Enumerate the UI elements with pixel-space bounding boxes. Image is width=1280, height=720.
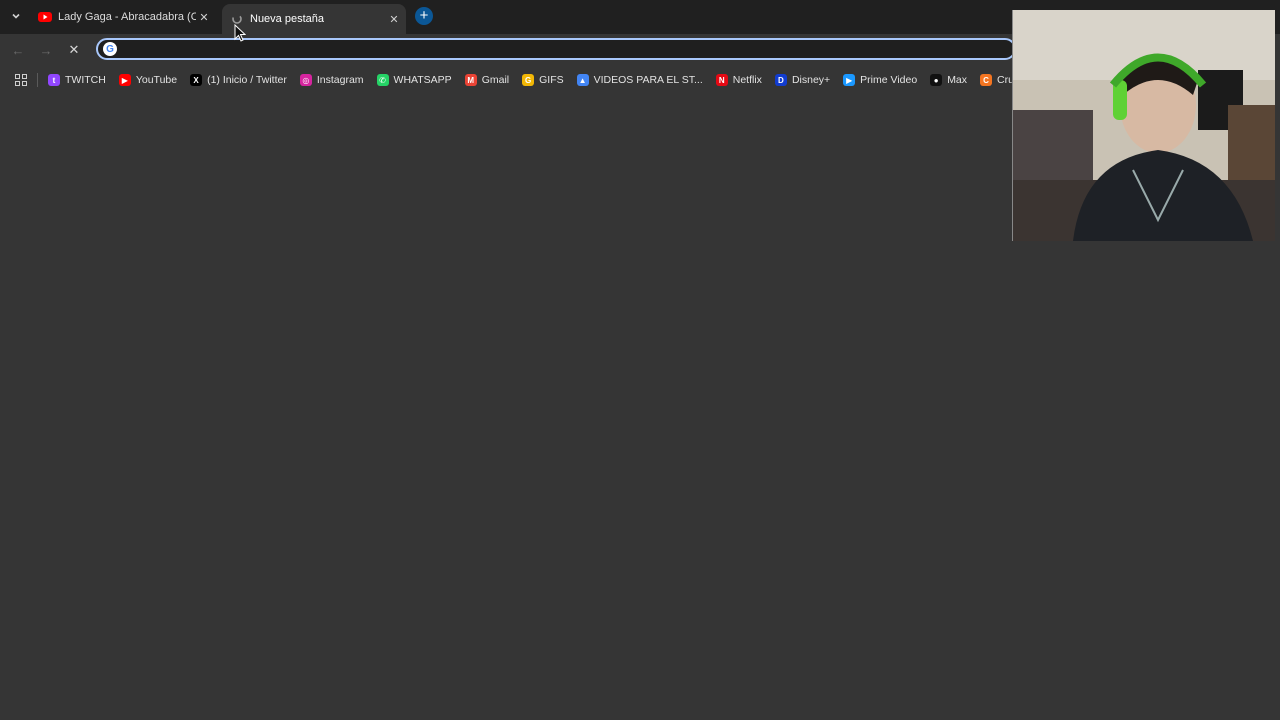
webcam-image xyxy=(1013,10,1275,241)
mouse-cursor-icon xyxy=(234,24,246,42)
webcam-overlay xyxy=(1012,10,1275,241)
apps-grid-icon[interactable] xyxy=(13,72,29,88)
bookmark-x[interactable]: X (1) Inicio / Twitter xyxy=(190,74,287,86)
chevron-down-icon xyxy=(12,13,20,19)
new-tab-button[interactable]: + xyxy=(415,7,433,25)
bookmark-prime-video[interactable]: ▶ Prime Video xyxy=(843,74,917,86)
arrow-right-icon: → xyxy=(39,42,53,58)
whatsapp-icon: ✆ xyxy=(376,74,389,86)
bookmark-label: Gmail xyxy=(481,74,510,86)
tab-search-button[interactable] xyxy=(6,6,26,26)
back-button[interactable]: ← xyxy=(8,40,28,60)
bookmark-label: WHATSAPP xyxy=(393,74,452,86)
x-icon: X xyxy=(190,74,203,86)
bookmark-label: VIDEOS PARA EL ST... xyxy=(593,74,703,86)
google-icon: G xyxy=(103,42,117,56)
max-icon: ● xyxy=(930,74,943,86)
crunchyroll-icon: C xyxy=(980,74,993,86)
bookmark-max[interactable]: ● Max xyxy=(930,74,967,86)
bookmark-twitch[interactable]: t TWITCH xyxy=(48,74,106,86)
tab-title: Nueva pestaña xyxy=(250,13,324,25)
instagram-icon: ◎ xyxy=(299,74,312,86)
bookmark-disney[interactable]: D Disney+ xyxy=(774,74,831,86)
close-icon: ✕ xyxy=(68,42,80,57)
tab-lady-gaga[interactable]: Lady Gaga - Abracadabra (Offic ✕ xyxy=(30,4,216,30)
prime-video-icon: ▶ xyxy=(843,74,856,86)
bookmark-label: GIFS xyxy=(539,74,564,86)
twitch-icon: t xyxy=(48,74,60,86)
tab-nueva-pestana[interactable]: Nueva pestaña ✕ xyxy=(222,4,406,34)
netflix-icon: N xyxy=(715,74,728,86)
bookmark-whatsapp[interactable]: ✆ WHATSAPP xyxy=(376,74,452,86)
bookmark-label: TWITCH xyxy=(65,74,106,86)
close-tab-icon[interactable]: ✕ xyxy=(386,11,402,27)
bookmark-label: Instagram xyxy=(316,74,364,86)
close-tab-icon[interactable]: ✕ xyxy=(196,9,212,25)
bookmark-youtube[interactable]: ▶ YouTube xyxy=(118,74,178,86)
tab-title: Lady Gaga - Abracadabra (Offic xyxy=(58,11,196,23)
bookmark-label: Prime Video xyxy=(860,74,918,86)
bookmark-label: YouTube xyxy=(135,74,178,86)
bookmark-label: Disney+ xyxy=(791,74,831,86)
youtube-icon xyxy=(38,10,52,24)
bookmark-gmail[interactable]: M Gmail xyxy=(464,74,510,86)
bookmark-list: t TWITCH ▶ YouTube X (1) Inicio / Twitter ◎ Ins… xyxy=(48,74,1063,86)
bookmarks-separator xyxy=(37,73,38,87)
drive-icon: ▲ xyxy=(576,74,589,86)
bookmark-instagram[interactable]: ◎ Instagram xyxy=(299,74,364,86)
gifs-icon: G xyxy=(522,74,535,86)
bookmark-label: (1) Inicio / Twitter xyxy=(207,74,287,86)
disney-icon: D xyxy=(774,74,787,86)
gmail-icon: M xyxy=(464,74,477,86)
bookmark-netflix[interactable]: N Netflix xyxy=(715,74,762,86)
plus-icon: + xyxy=(419,7,429,24)
address-input[interactable] xyxy=(123,41,1014,57)
youtube-icon: ▶ xyxy=(118,74,131,86)
bookmark-label: Max xyxy=(947,74,968,86)
forward-button[interactable]: → xyxy=(36,40,56,60)
arrow-left-icon: ← xyxy=(11,42,25,58)
bookmark-label: Netflix xyxy=(732,74,762,86)
bookmark-gifs[interactable]: G GIFS xyxy=(522,74,564,86)
bookmark-drive[interactable]: ▲ VIDEOS PARA EL ST... xyxy=(576,74,703,86)
stop-loading-button[interactable]: ✕ xyxy=(64,40,84,60)
